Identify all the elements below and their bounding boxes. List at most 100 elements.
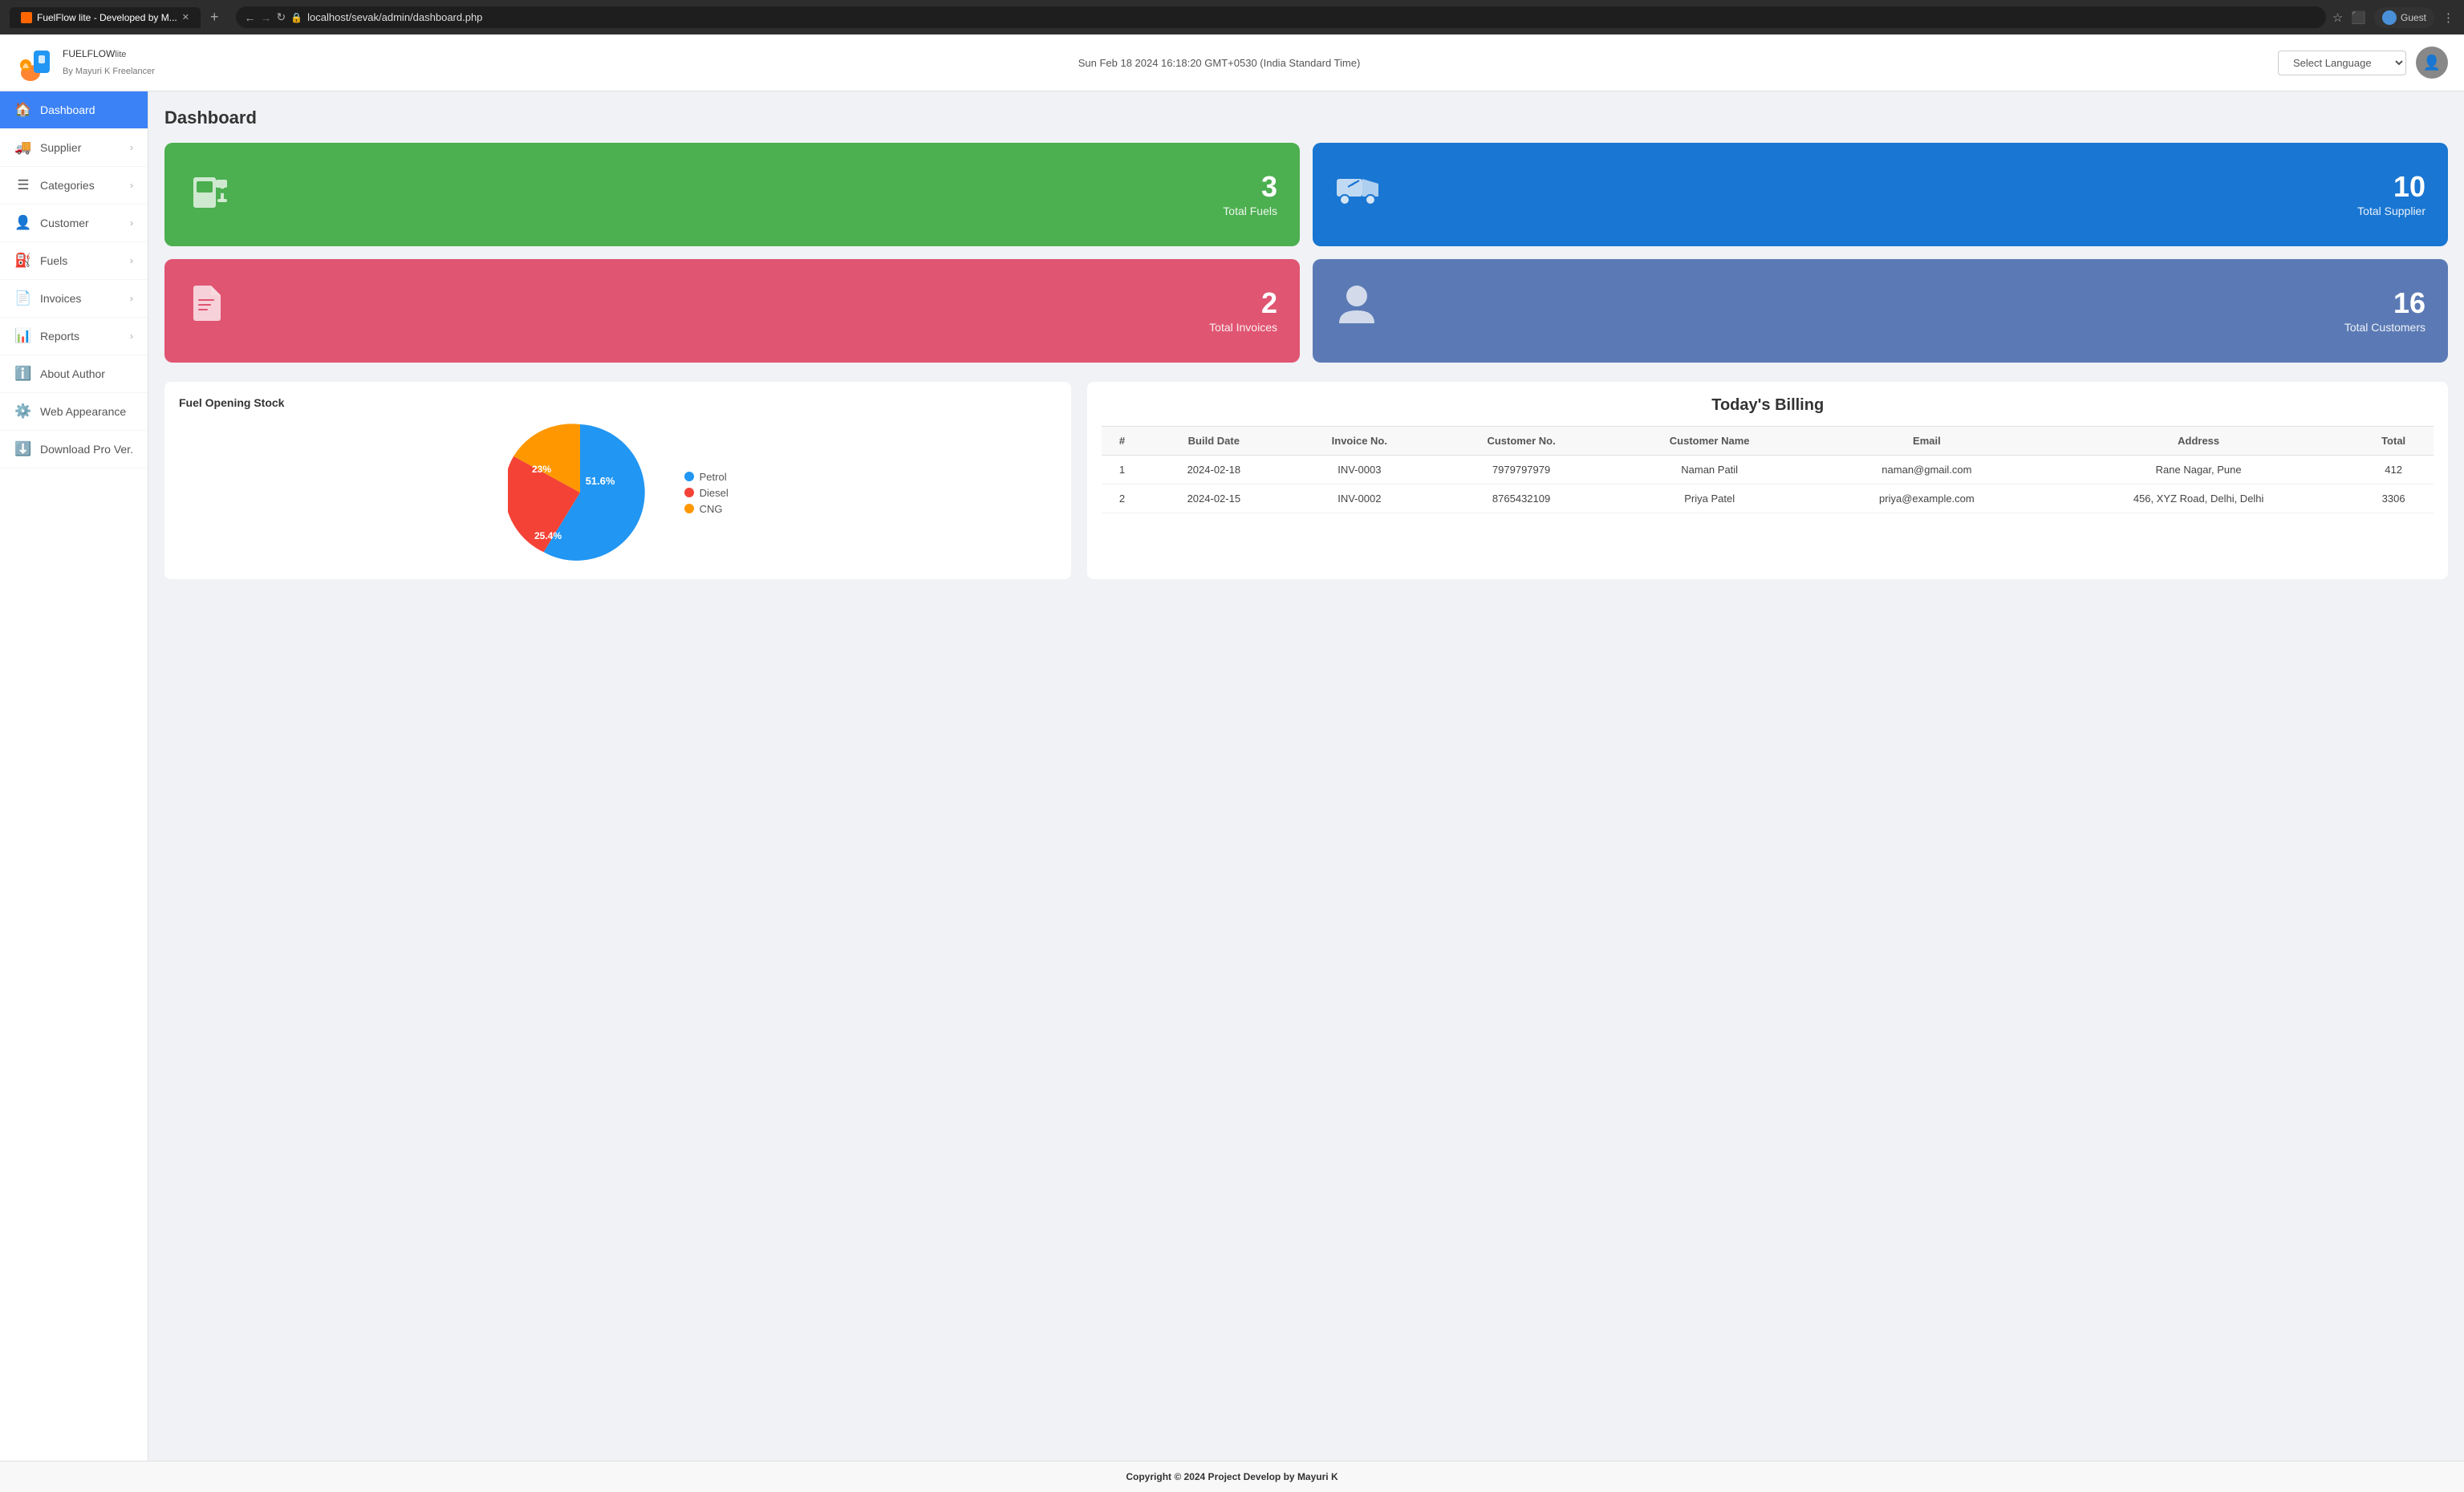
tab-favicon: [21, 12, 32, 23]
guest-label: Guest: [2401, 12, 2426, 23]
billing-cell-1-2: INV-0002: [1285, 484, 1434, 513]
billing-header-row: # Build Date Invoice No. Customer No. Cu…: [1102, 427, 2434, 456]
stats-grid: 3 Total Fuels 10 Tot: [164, 143, 2448, 363]
categories-arrow-icon: ›: [130, 180, 133, 191]
col-customer-name: Customer Name: [1610, 427, 1810, 456]
billing-cell-1-6: 456, XYZ Road, Delhi, Delhi: [2044, 484, 2353, 513]
sidebar-label-web-appearance: Web Appearance: [40, 405, 133, 418]
total-invoices-label: Total Invoices: [1209, 321, 1277, 334]
sidebar-item-about-author[interactable]: ℹ️ About Author: [0, 355, 148, 393]
table-row: 22024-02-15INV-00028765432109Priya Patel…: [1102, 484, 2434, 513]
billing-cell-1-3: 8765432109: [1434, 484, 1610, 513]
invoices-icon: 📄: [14, 290, 32, 306]
legend-diesel: Diesel: [684, 487, 729, 499]
chart-legend: Petrol Diesel CNG: [684, 471, 729, 515]
billing-table-header: # Build Date Invoice No. Customer No. Cu…: [1102, 427, 2434, 456]
total-supplier-number: 10: [2357, 172, 2425, 201]
guest-avatar: [2382, 10, 2397, 25]
language-select[interactable]: Select Language English Hindi Marathi: [2278, 51, 2406, 75]
nav-forward-btn[interactable]: →: [260, 11, 271, 24]
sidebar-item-invoices[interactable]: 📄 Invoices ›: [0, 280, 148, 318]
billing-cell-0-5: naman@gmail.com: [1810, 456, 2044, 484]
billing-table: # Build Date Invoice No. Customer No. Cu…: [1102, 426, 2434, 513]
dashboard-icon: 🏠: [14, 102, 32, 118]
page-title: Dashboard: [164, 107, 2448, 128]
diesel-label: Diesel: [700, 487, 729, 499]
total-invoices-number: 2: [1209, 289, 1277, 318]
app-body: 🏠 Dashboard 🚚 Supplier › ☰ Categories › …: [0, 91, 2464, 1461]
sidebar-item-categories[interactable]: ☰ Categories ›: [0, 167, 148, 205]
col-invoice-no: Invoice No.: [1285, 427, 1434, 456]
legend-petrol: Petrol: [684, 471, 729, 483]
reports-icon: 📊: [14, 328, 32, 344]
logo-sub: By Mayuri K Freelancer: [63, 67, 155, 76]
total-customers-number: 16: [2344, 289, 2425, 318]
sidebar-item-reports[interactable]: 📊 Reports ›: [0, 318, 148, 355]
delivery-truck-icon: [1335, 169, 1383, 220]
invoice-icon: [187, 282, 231, 340]
footer-author: Mayuri K: [1297, 1471, 1338, 1482]
stat-info-total-invoices: 2 Total Invoices: [1209, 289, 1277, 334]
col-num: #: [1102, 427, 1142, 456]
app-header: FUELFLOWlite By Mayuri K Freelancer Sun …: [0, 34, 2464, 91]
nav-back-btn[interactable]: ←: [244, 11, 255, 24]
billing-cell-1-5: priya@example.com: [1810, 484, 2044, 513]
appearance-icon: ⚙️: [14, 403, 32, 420]
sidebar-item-supplier[interactable]: 🚚 Supplier ›: [0, 129, 148, 167]
billing-cell-1-0: 2: [1102, 484, 1142, 513]
billing-table-body: 12024-02-18INV-00037979797979Naman Patil…: [1102, 456, 2434, 513]
chart-wrapper: 51.6% 25.4% 23% Petrol Diesel: [179, 420, 1057, 565]
sidebar-label-dashboard: Dashboard: [40, 103, 133, 116]
billing-cell-0-1: 2024-02-18: [1143, 456, 1285, 484]
logo-area: FUELFLOWlite By Mayuri K Freelancer: [16, 43, 160, 83]
sidebar-item-download-pro[interactable]: ⬇️ Download Pro Ver.: [0, 431, 148, 468]
stat-card-total-fuels: 3 Total Fuels: [164, 143, 1300, 246]
sidebar-item-customer[interactable]: 👤 Customer ›: [0, 205, 148, 242]
pie-chart: 51.6% 25.4% 23%: [508, 420, 652, 565]
sidebar-item-web-appearance[interactable]: ⚙️ Web Appearance: [0, 393, 148, 431]
fuel-pump-icon: [187, 165, 235, 224]
browser-menu-icon[interactable]: ⋮: [2442, 10, 2454, 25]
address-bar[interactable]: localhost/sevak/admin/dashboard.php: [307, 11, 2318, 23]
legend-cng: CNG: [684, 503, 729, 515]
sidebar-item-fuels[interactable]: ⛽ Fuels ›: [0, 242, 148, 280]
billing-cell-0-0: 1: [1102, 456, 1142, 484]
tab-close-btn[interactable]: ✕: [182, 12, 189, 22]
reports-arrow-icon: ›: [130, 330, 133, 342]
browser-chrome: FuelFlow lite - Developed by M... ✕ + ← …: [0, 0, 2464, 34]
fuels-arrow-icon: ›: [130, 255, 133, 266]
active-tab[interactable]: FuelFlow lite - Developed by M... ✕: [10, 7, 201, 28]
extension-icon[interactable]: ⬛: [2351, 10, 2366, 25]
header-datetime: Sun Feb 18 2024 16:18:20 GMT+0530 (India…: [160, 57, 2278, 69]
col-email: Email: [1810, 427, 2044, 456]
customer-arrow-icon: ›: [130, 217, 133, 229]
logo-brand: FUELFLOWlite: [63, 49, 155, 67]
bookmark-icon[interactable]: ☆: [2332, 10, 2343, 25]
table-row: 12024-02-18INV-00037979797979Naman Patil…: [1102, 456, 2434, 484]
logo-svg: [16, 43, 56, 83]
sidebar-label-about-author: About Author: [40, 367, 133, 380]
app-footer: Copyright © 2024 Project Develop by Mayu…: [0, 1461, 2464, 1492]
footer-text: Copyright © 2024 Project Develop by: [1126, 1471, 1297, 1482]
sidebar: 🏠 Dashboard 🚚 Supplier › ☰ Categories › …: [0, 91, 148, 1461]
nav-reload-btn[interactable]: ↻: [276, 10, 286, 24]
total-supplier-label: Total Supplier: [2357, 205, 2425, 217]
logo-text: FUELFLOWlite By Mayuri K Freelancer: [63, 49, 155, 76]
new-tab-button[interactable]: +: [205, 9, 224, 26]
guest-button[interactable]: Guest: [2374, 7, 2434, 28]
user-avatar-button[interactable]: 👤: [2416, 47, 2448, 79]
cng-label: CNG: [700, 503, 723, 515]
sidebar-item-dashboard[interactable]: 🏠 Dashboard: [0, 91, 148, 129]
sidebar-label-customer: Customer: [40, 217, 122, 229]
diesel-dot: [684, 488, 694, 497]
col-build-date: Build Date: [1143, 427, 1285, 456]
about-icon: ℹ️: [14, 366, 32, 382]
chart-section: Fuel Opening Stock: [164, 382, 1071, 579]
sidebar-label-fuels: Fuels: [40, 254, 122, 267]
stat-info-total-fuels: 3 Total Fuels: [1223, 172, 1277, 217]
download-icon: ⬇️: [14, 441, 32, 457]
supplier-arrow-icon: ›: [130, 142, 133, 153]
stat-info-total-customers: 16 Total Customers: [2344, 289, 2425, 334]
chart-title: Fuel Opening Stock: [179, 396, 1057, 409]
billing-section: Today's Billing # Build Date Invoice No.…: [1087, 382, 2448, 579]
